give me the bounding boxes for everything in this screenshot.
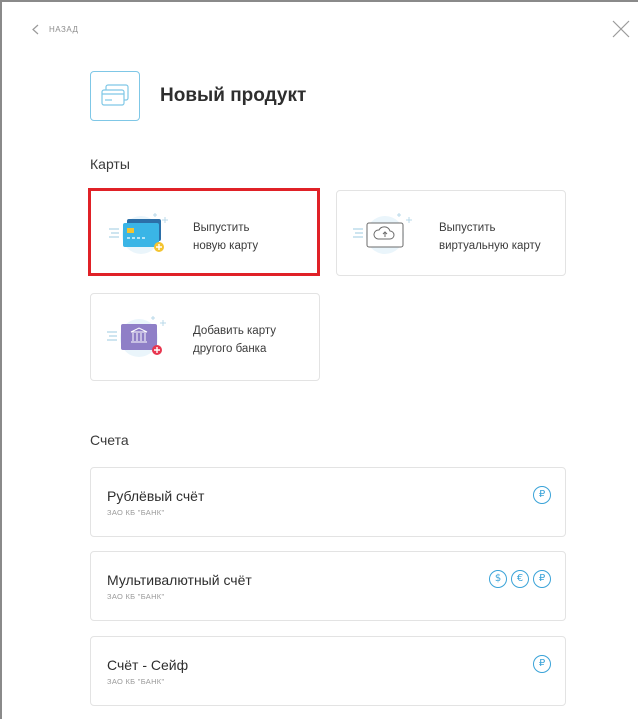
ruble-icon: ₽	[533, 486, 551, 504]
account-bank: ЗАО КБ "БАНК"	[107, 592, 165, 601]
virtual-card-icon	[353, 213, 412, 254]
cards-section-title: Карты	[90, 156, 130, 172]
ruble-icon: ₽	[533, 655, 551, 673]
issue-virtual-card-button[interactable]: Выпустить виртуальную карту	[336, 190, 566, 276]
currency-list: ₽	[533, 655, 551, 673]
multicurrency-account-item[interactable]: Мультивалютный счёт ЗАО КБ "БАНК" $ € ₽	[90, 551, 566, 621]
chevron-left-icon	[32, 24, 39, 35]
accounts-section-title: Счета	[90, 432, 129, 448]
product-icon	[90, 71, 140, 121]
account-name: Мультивалютный счёт	[107, 572, 252, 588]
card-label: Выпустить новую карту	[193, 222, 259, 252]
back-label: НАЗАД	[49, 25, 79, 34]
card-label: Добавить карту другого банка	[193, 325, 276, 355]
currency-list: ₽	[533, 486, 551, 504]
page-header: Новый продукт	[90, 71, 306, 121]
new-card-icon	[109, 213, 168, 254]
back-button[interactable]: НАЗАД	[32, 24, 78, 35]
account-name: Счёт - Сейф	[107, 657, 189, 673]
card-label: Выпустить виртуальную карту	[439, 222, 541, 252]
safe-account-item[interactable]: Счёт - Сейф ЗАО КБ "БАНК" ₽	[90, 636, 566, 706]
account-bank: ЗАО КБ "БАНК"	[107, 508, 165, 517]
close-icon[interactable]	[612, 20, 630, 38]
issue-new-card-button[interactable]: Выпустить новую карту	[88, 188, 320, 276]
euro-icon: €	[511, 570, 529, 588]
ruble-icon: ₽	[533, 570, 551, 588]
page-title: Новый продукт	[160, 85, 307, 106]
account-name: Рублёвый счёт	[107, 488, 205, 504]
ruble-account-item[interactable]: Рублёвый счёт ЗАО КБ "БАНК" ₽	[90, 467, 566, 537]
currency-list: $ € ₽	[489, 570, 551, 588]
dollar-icon: $	[489, 570, 507, 588]
other-bank-card-icon	[107, 316, 166, 357]
add-other-bank-card-button[interactable]: Добавить карту другого банка	[90, 293, 320, 381]
account-bank: ЗАО КБ "БАНК"	[107, 677, 165, 686]
